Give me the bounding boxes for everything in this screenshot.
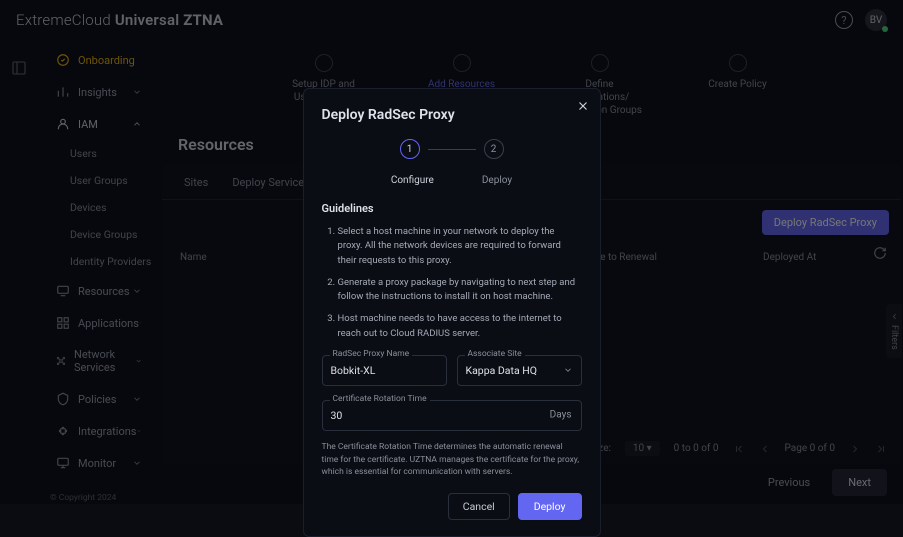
guideline-item: Generate a proxy package by navigating t… — [338, 276, 582, 305]
deploy-radsec-modal: Deploy RadSec Proxy 1 2 Configure Deploy… — [303, 88, 601, 537]
associate-site-field: Associate Site Kappa Data HQ — [457, 355, 582, 386]
guidelines-title: Guidelines — [322, 202, 582, 215]
step-line — [428, 149, 476, 150]
proxy-name-input[interactable] — [322, 355, 447, 386]
proxy-name-field: RadSec Proxy Name — [322, 355, 447, 386]
proxy-name-label: RadSec Proxy Name — [330, 349, 413, 359]
close-icon[interactable] — [576, 99, 590, 113]
cert-rotation-label: Certificate Rotation Time — [330, 394, 430, 404]
cancel-button[interactable]: Cancel — [448, 493, 510, 520]
cert-rotation-input[interactable] — [322, 400, 582, 431]
step-2-circle: 2 — [484, 139, 504, 159]
step-labels: Configure Deploy — [322, 175, 582, 186]
days-suffix: Days — [550, 410, 572, 421]
step-1-circle: 1 — [400, 139, 420, 159]
cert-rotation-field: Certificate Rotation Time Days — [322, 400, 582, 431]
guideline-item: Host machine needs to have access to the… — [338, 312, 582, 341]
cert-rotation-note: The Certificate Rotation Time determines… — [322, 441, 582, 479]
deploy-button[interactable]: Deploy — [518, 493, 582, 520]
modal-overlay[interactable]: Deploy RadSec Proxy 1 2 Configure Deploy… — [0, 0, 903, 504]
modal-title: Deploy RadSec Proxy — [322, 107, 582, 123]
associate-site-label: Associate Site — [465, 349, 525, 359]
guidelines-list: Select a host machine in your network to… — [322, 225, 582, 341]
modal-actions: Cancel Deploy — [322, 493, 582, 520]
modal-stepper: 1 2 — [322, 139, 582, 159]
chevron-down-icon — [563, 365, 573, 375]
step-label-configure: Configure — [391, 175, 434, 186]
associate-site-value: Kappa Data HQ — [466, 364, 537, 377]
step-label-deploy: Deploy — [482, 175, 512, 186]
associate-site-select[interactable]: Kappa Data HQ — [457, 355, 582, 386]
guideline-item: Select a host machine in your network to… — [338, 225, 582, 268]
